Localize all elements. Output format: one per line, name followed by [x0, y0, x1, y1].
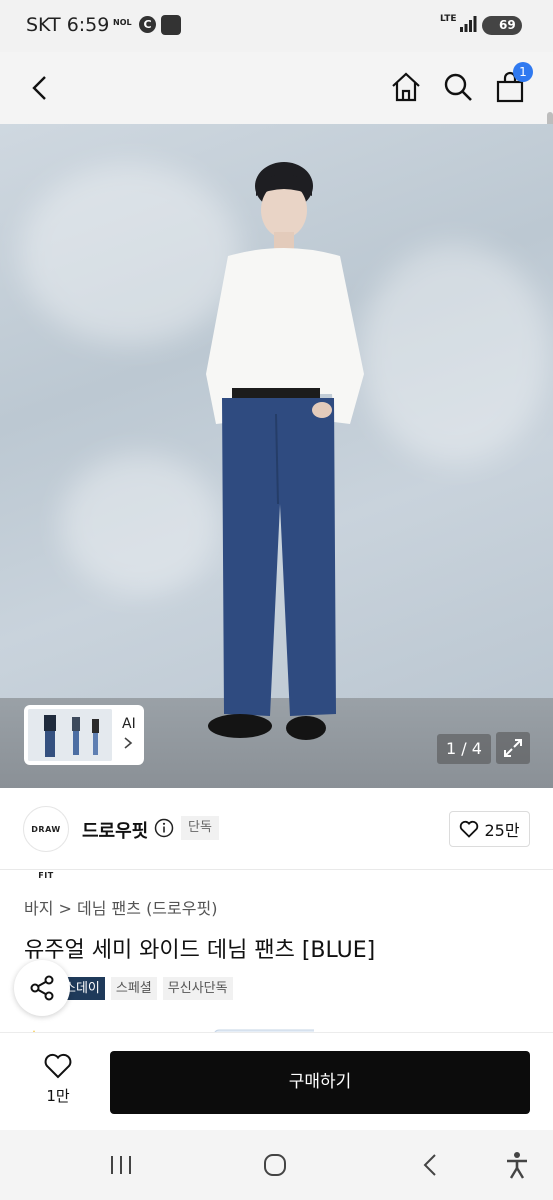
heart-icon	[44, 1053, 72, 1079]
expand-icon	[504, 739, 522, 757]
back-icon	[423, 1154, 436, 1176]
info-icon[interactable]	[154, 818, 174, 838]
chevron-left-icon	[32, 76, 46, 100]
tag-musinsa-exclusive: 무신사단독	[162, 977, 233, 1000]
ai-label: AI	[122, 716, 136, 732]
share-icon	[30, 975, 54, 1001]
back-button[interactable]	[24, 72, 56, 104]
buy-button[interactable]: 구매하기	[110, 1051, 530, 1114]
recent-apps-icon	[111, 1156, 131, 1174]
accessibility-icon	[507, 1152, 527, 1179]
thumbnail-models	[28, 709, 112, 761]
cart-count-badge: 1	[513, 62, 533, 82]
back-nav-button[interactable]	[416, 1150, 444, 1180]
product-title: 유주얼 세미 와이드 데님 팬츠 [BLUE]	[24, 938, 376, 963]
ai-thumbnail-image	[28, 709, 112, 761]
product-image-gallery[interactable]: AI 1 / 4	[0, 124, 553, 788]
tag-special: 스페셜	[110, 977, 157, 1000]
wishlist-count: 1만	[46, 1087, 70, 1105]
status-time: SKT 6:59	[26, 14, 110, 36]
c-app-icon: C	[139, 16, 156, 33]
cart-button[interactable]: 1	[494, 62, 533, 104]
heart-icon	[460, 820, 479, 838]
wishlist-button[interactable]: 1만	[30, 1053, 86, 1106]
home-icon	[392, 72, 420, 102]
category-breadcrumb[interactable]: 바지 > 데님 팬츠 (드로우핏)	[24, 895, 217, 919]
home-button[interactable]	[389, 70, 423, 104]
brand-name[interactable]: 드로우핏	[82, 817, 148, 843]
image-counter: 1 / 4	[437, 734, 491, 764]
top-app-bar: 1	[0, 52, 553, 162]
model-photo	[206, 162, 364, 740]
brand-row: DRAW FIT 드로우핏 단독 25만	[0, 788, 553, 880]
notification-icon	[161, 15, 181, 35]
accessibility-button[interactable]	[503, 1150, 531, 1180]
recent-apps-button[interactable]	[106, 1150, 136, 1180]
search-icon	[444, 73, 472, 101]
brand-like-button[interactable]: 25만	[449, 811, 530, 847]
ai-styling-card[interactable]: AI	[24, 705, 144, 765]
search-button[interactable]	[441, 70, 475, 104]
expand-image-button[interactable]	[496, 732, 530, 764]
share-button[interactable]	[14, 960, 70, 1016]
system-nav-bar	[0, 1130, 553, 1200]
brand-logo[interactable]: DRAW FIT	[23, 806, 69, 880]
exclusive-badge: 단독	[181, 816, 219, 840]
nol-indicator: NOL	[113, 18, 132, 27]
home-nav-button[interactable]	[261, 1150, 289, 1180]
chevron-right-icon	[124, 737, 133, 749]
home-circle-icon	[264, 1154, 286, 1176]
battery-indicator: 69	[482, 16, 522, 35]
network-type: LTE	[440, 14, 457, 24]
brand-like-count: 25만	[484, 821, 520, 840]
signal-icon	[460, 16, 477, 32]
bottom-action-bar: 1만 구매하기	[0, 1032, 553, 1130]
status-bar: SKT 6:59 NOL C LTE 69	[0, 0, 553, 52]
